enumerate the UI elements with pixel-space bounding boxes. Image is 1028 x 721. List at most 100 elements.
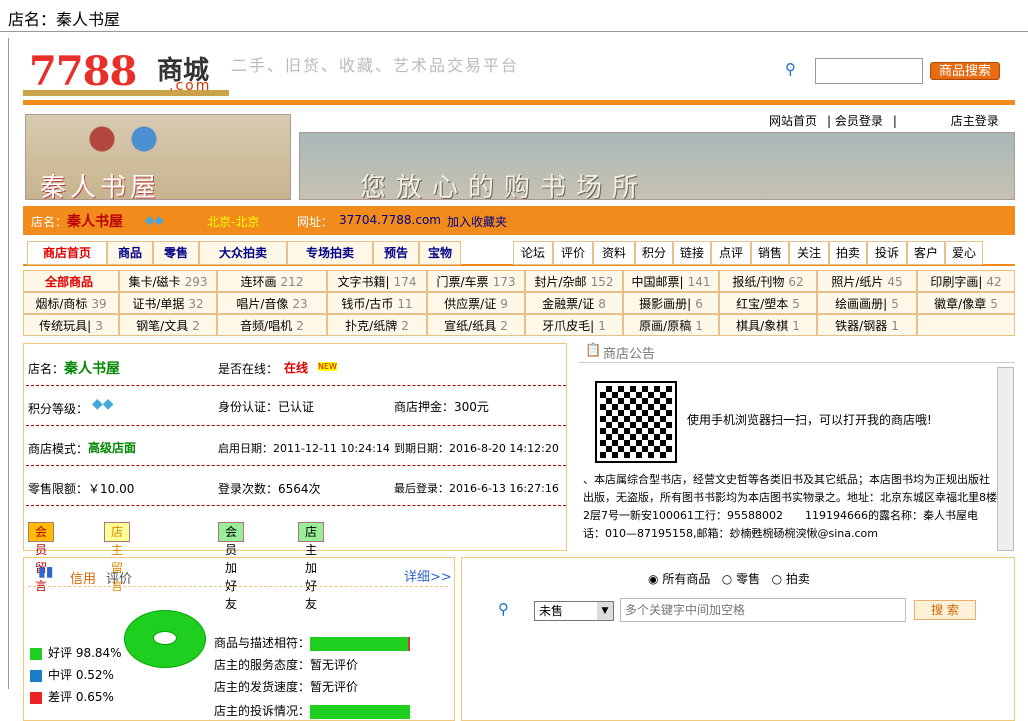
nav-sales[interactable]: 销售 [751, 241, 789, 265]
category-count: 32 [188, 297, 204, 311]
bad-swatch [30, 691, 42, 704]
radio-all[interactable]: ◉ [648, 572, 658, 586]
category-item[interactable]: 文字书籍| 174 [327, 270, 427, 292]
info-row-points: 积分等级： ◆◆ 身份认证：已认证 商店押金：300元 [26, 386, 566, 426]
info-row-name: 店名： 秦人书屋 是否在线： 在线 NEW [26, 348, 566, 386]
info-end-date: 到期日期：2016-8-20 14:12:20 [394, 442, 559, 455]
credit-divider [28, 586, 448, 587]
nav-shop-home[interactable]: 商店首页 [27, 241, 107, 265]
credit-panel: ▮▮ 信用 评价 详细>> 好评 98.84% 中评 0.52% 差评 0.65… [23, 557, 455, 721]
nav-goods[interactable]: 商品 [107, 241, 153, 265]
nav-auction[interactable]: 拍卖 [829, 241, 867, 265]
infobar-shop-name: 秦人书屋 [67, 214, 123, 230]
nav-complaint[interactable]: 投诉 [867, 241, 907, 265]
nav-treasure[interactable]: 宝物 [419, 241, 461, 265]
radio-retail[interactable]: ○ [722, 572, 732, 586]
nav-public-auction[interactable]: 大众拍卖 [199, 241, 287, 265]
category-item[interactable]: 红宝/塑本 5 [719, 292, 817, 314]
category-item[interactable]: 证书/单据 32 [119, 292, 217, 314]
notice-title: 商店公告 [603, 347, 656, 362]
category-item[interactable]: 钢笔/文具 2 [119, 314, 217, 336]
category-item[interactable]: 原画/原稿 1 [623, 314, 719, 336]
category-count: 23 [292, 297, 308, 311]
category-item[interactable]: 徽章/像章 5 [917, 292, 1015, 314]
clipboard-icon: 📋 [585, 343, 602, 358]
category-count: 6 [695, 297, 703, 311]
nav-review[interactable]: 评价 [553, 241, 593, 265]
nav-follow[interactable]: 关注 [789, 241, 829, 265]
category-item[interactable]: 烟标/商标 39 [23, 292, 119, 314]
info-points-label: 积分等级： [28, 402, 89, 416]
top-search-button[interactable]: 商品搜索 [930, 62, 1000, 80]
notice-scrollbar[interactable] [997, 367, 1014, 551]
category-count: 1 [695, 319, 703, 333]
category-item[interactable]: 照片/纸片 45 [817, 270, 917, 292]
link-home[interactable]: 网站首页 [769, 114, 817, 128]
qr-caption: 使用手机浏览器扫一扫，可以打开我的商店哦! [687, 413, 932, 427]
nav-forum[interactable]: 论坛 [513, 241, 553, 265]
keyword-input[interactable] [620, 598, 906, 622]
category-name: 印刷字画| [930, 275, 983, 289]
category-item[interactable]: 印刷字画| 42 [917, 270, 1015, 292]
link-member-login[interactable]: 会员登录 [835, 114, 883, 128]
category-item[interactable]: 音频/唱机 2 [217, 314, 327, 336]
category-count: 42 [986, 275, 1002, 289]
shop-search-button[interactable]: 搜 索 [914, 600, 976, 620]
header-divider [23, 100, 1015, 105]
shop-info-bar: 店名： 秦人书屋 ◆◆ 北京-北京 网址： 37704.7788.com 加入收… [23, 206, 1015, 235]
category-item[interactable]: 门票/车票 173 [427, 270, 525, 292]
category-item[interactable]: 连环画 212 [217, 270, 327, 292]
status-select[interactable]: 未售 ▼ [534, 601, 614, 621]
nav-special-auction[interactable]: 专场拍卖 [287, 241, 373, 265]
category-item[interactable]: 牙爪皮毛| 1 [525, 314, 623, 336]
info-mode-label: 商店模式： [28, 442, 89, 456]
infobar-url[interactable]: 37704.7788.com [339, 213, 441, 227]
category-item[interactable]: 钱币/古币 11 [327, 292, 427, 314]
category-item[interactable]: 供应票/证 9 [427, 292, 525, 314]
nav-links[interactable]: 链接 [673, 241, 711, 265]
category-item[interactable]: 铁器/钢器 1 [817, 314, 917, 336]
category-item[interactable]: 集卡/磁卡 293 [119, 270, 217, 292]
category-item[interactable]: 报纸/刊物 62 [719, 270, 817, 292]
legend-mid: 中评 0.52% [30, 666, 114, 683]
top-search-input[interactable] [815, 58, 923, 84]
category-item[interactable]: 唱片/音像 23 [217, 292, 327, 314]
shop-info-box: 店名： 秦人书屋 是否在线： 在线 NEW 积分等级： ◆◆ 身份认证：已认证 … [23, 343, 567, 611]
member-message-button[interactable]: 会员留言 [28, 522, 55, 593]
infobar-location: 北京-北京 [207, 215, 260, 229]
category-name: 钱币/古币 [341, 297, 394, 311]
nav-profile[interactable]: 资料 [593, 241, 635, 265]
credit-detail-link[interactable]: 详细>> [404, 566, 452, 585]
member-add-friend-button[interactable]: 会员加好友 [218, 522, 245, 611]
info-row-mode: 商店模式： 高级店面 启用日期：2011-12-11 10:24:14 到期日期… [26, 426, 566, 466]
nav-points[interactable]: 积分 [635, 241, 673, 265]
radio-auction[interactable]: ○ [772, 572, 782, 586]
add-favorite-link[interactable]: 加入收藏夹 [447, 213, 507, 230]
category-count: 2 [500, 319, 508, 333]
category-item[interactable]: 中国邮票| 141 [623, 270, 719, 292]
category-item[interactable]: 封片/杂邮 152 [525, 270, 623, 292]
category-name: 铁器/钢器 [835, 319, 888, 333]
owner-add-friend-button[interactable]: 店主加好友 [298, 522, 325, 611]
legend-good-label: 好评 98.84% [48, 646, 122, 660]
category-item[interactable]: 摄影画册| 6 [623, 292, 719, 314]
nav-customer[interactable]: 客户 [907, 241, 945, 265]
nav-charity[interactable]: 爱心 [945, 241, 983, 265]
category-item[interactable]: 绘画画册| 5 [817, 292, 917, 314]
category-count: 5 [792, 297, 800, 311]
rating-4-bar [310, 704, 411, 719]
category-item[interactable]: 金融票/证 8 [525, 292, 623, 314]
category-item[interactable]: 宣纸/纸具 2 [427, 314, 525, 336]
nav-retail[interactable]: 零售 [153, 241, 199, 265]
category-item[interactable]: 棋具/象棋 1 [719, 314, 817, 336]
category-name: 唱片/音像 [236, 297, 289, 311]
info-start-date: 启用日期：2011-12-11 10:24:14 [218, 442, 390, 455]
link-owner-login[interactable]: 店主登录 [951, 114, 999, 128]
nav-comments[interactable]: 点评 [711, 241, 751, 265]
category-item[interactable]: 传统玩具| 3 [23, 314, 119, 336]
category-item[interactable]: 扑克/纸牌 2 [327, 314, 427, 336]
owner-message-button[interactable]: 店主留言 [104, 522, 131, 593]
nav-preview[interactable]: 预告 [373, 241, 419, 265]
category-item[interactable]: 全部商品 [23, 270, 119, 292]
site-logo[interactable]: 7788 商城 .com [23, 46, 229, 96]
